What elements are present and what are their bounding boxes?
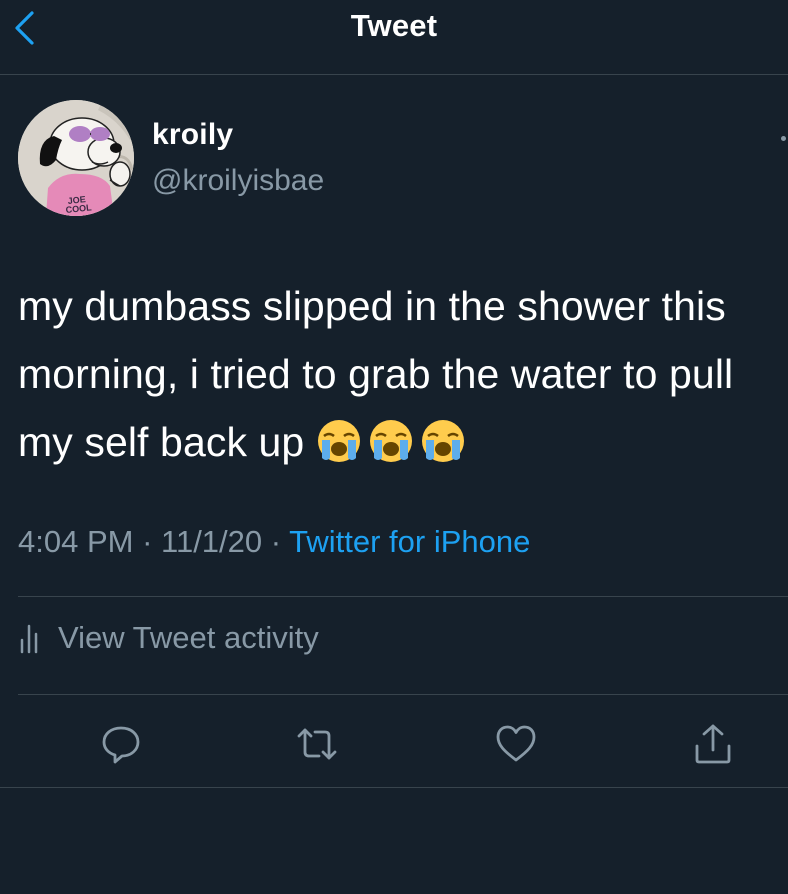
loudly-crying-face-icon [422,420,465,462]
share-button[interactable] [689,720,737,768]
divider [18,596,788,597]
tweet-date: 11/1/20 [161,524,263,559]
snoopy-joe-cool-avatar-image: JOE COOL [18,100,134,216]
tweet-action-bar [0,712,788,776]
loudly-crying-face-icon [318,420,361,462]
tweet-body: my dumbass slipped in the shower this mo… [18,272,778,476]
divider [18,694,788,695]
avatar[interactable]: JOE COOL [18,100,134,216]
top-nav-bar: Tweet [0,0,788,75]
author-handle[interactable]: @kroilyisbae [152,164,324,198]
tweet-meta: 4:04 PM · 11/1/20 · Twitter for iPhone [18,524,530,560]
retweet-icon [297,728,337,760]
view-tweet-activity-label: View Tweet activity [58,620,319,655]
reply-button[interactable] [97,720,145,768]
analytics-icon [20,624,38,654]
author-name[interactable]: kroily [152,118,233,152]
tweet-source-link[interactable]: Twitter for iPhone [289,524,530,559]
like-button[interactable] [492,720,540,768]
page-title: Tweet [350,8,438,43]
meta-separator: · [262,524,290,559]
reply-area [0,788,788,894]
retweet-button[interactable] [293,720,341,768]
tweet-time: 4:04 PM [18,524,134,559]
loudly-crying-face-icon [370,420,413,462]
heart-icon [496,725,536,762]
more-options-icon[interactable] [781,136,786,141]
view-tweet-activity-button[interactable]: View Tweet activity [18,620,319,660]
share-icon [695,724,731,764]
reply-icon [102,726,140,764]
meta-separator: · [133,524,162,559]
